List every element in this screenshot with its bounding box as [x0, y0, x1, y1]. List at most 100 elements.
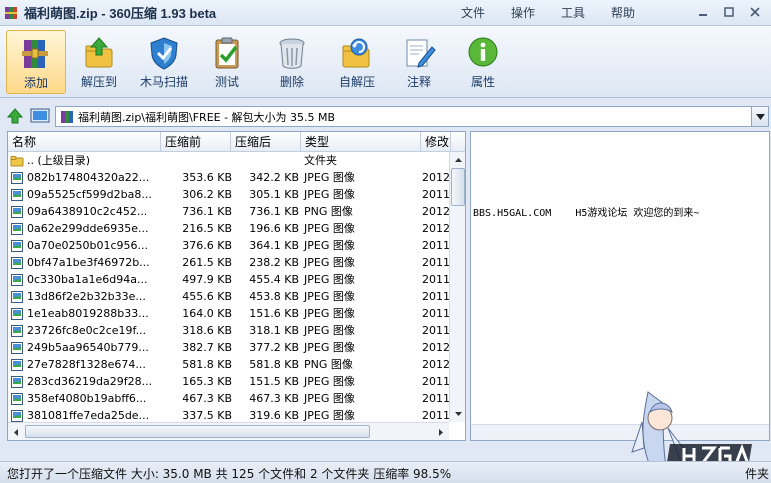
- file-type: 文件夹: [304, 154, 337, 167]
- properties-button[interactable]: 属性: [453, 30, 513, 94]
- file-name: 082b174804320a22...: [27, 171, 150, 184]
- menu-help[interactable]: 帮助: [598, 0, 648, 26]
- table-row[interactable]: 1e1eab8019288b33... 164.0 KB 151.6 KB JPEG …: [8, 305, 450, 322]
- path-field[interactable]: 福利萌图.zip\福利萌图\FREE - 解包大小为 35.5 MB: [55, 106, 769, 127]
- title-bar[interactable]: 福利萌图.zip - 360压缩 1.93 beta 文件 操作 工具 帮助: [0, 0, 771, 26]
- table-row[interactable]: 23726fc8e0c2ce19f... 318.6 KB 318.1 KB JPEG…: [8, 322, 450, 339]
- image-file-icon: [11, 409, 23, 422]
- up-arrow-icon[interactable]: [6, 107, 24, 125]
- scroll-up-button[interactable]: [450, 152, 465, 168]
- menu-file[interactable]: 文件: [448, 0, 498, 26]
- table-row[interactable]: 082b174804320a22... 353.6 KB 342.2 KB JPEG …: [8, 169, 450, 186]
- file-name-cell: 283cd36219da29f28...: [10, 373, 160, 390]
- status-right-text: 件夹: [744, 467, 769, 481]
- file-type: JPEG 图像: [304, 324, 355, 337]
- table-row[interactable]: 0c330ba1a1e6d94a... 497.9 KB 455.4 KB JPEG …: [8, 271, 450, 288]
- file-name: 13d86f2e2b32b33e...: [27, 290, 146, 303]
- table-row[interactable]: 0a62e299dde6935e... 216.5 KB 196.6 KB JPEG …: [8, 220, 450, 237]
- file-name-cell: .. (上级目录): [10, 152, 160, 169]
- delete-button[interactable]: 删除: [262, 30, 322, 94]
- self-extract-button[interactable]: 自解压: [327, 30, 387, 94]
- add-label: 添加: [23, 76, 48, 90]
- modified-date: 2011: [422, 273, 450, 286]
- image-file-icon: [11, 188, 23, 201]
- folder-icon: [10, 155, 24, 166]
- menu-tools[interactable]: 工具: [548, 0, 598, 26]
- chevron-down-icon: [755, 113, 765, 120]
- self-extract-label: 自解压: [338, 75, 375, 89]
- file-name-cell: 0c330ba1a1e6d94a...: [10, 271, 160, 288]
- test-label: 测试: [214, 75, 239, 89]
- table-row[interactable]: 09a5525cf599d2ba8... 306.2 KB 305.1 KB JPEG…: [8, 186, 450, 203]
- original-size: 581.8 KB: [182, 358, 232, 371]
- image-file-icon: [11, 392, 23, 405]
- image-file-icon: [11, 358, 23, 371]
- extract-to-button[interactable]: 解压到: [69, 30, 129, 94]
- table-row[interactable]: 0bf47a1be3f46972b... 261.5 KB 238.2 KB JPEG…: [8, 254, 450, 271]
- original-size: 497.9 KB: [182, 273, 232, 286]
- column-original-size[interactable]: 压缩前: [161, 132, 231, 152]
- compressed-size: 305.1 KB: [249, 188, 299, 201]
- trojan-scan-label: 木马扫描: [139, 75, 188, 89]
- modified-date: 2012: [422, 358, 450, 371]
- original-size: 261.5 KB: [182, 256, 232, 269]
- horizontal-scroll-thumb[interactable]: [25, 425, 370, 438]
- image-file-icon: [11, 205, 23, 218]
- table-row[interactable]: 358ef4080b19abff6... 467.3 KB 467.3 KB JPEG…: [8, 390, 450, 407]
- table-row[interactable]: 0a70e0250b01c956... 376.6 KB 364.1 KB JPEG …: [8, 237, 450, 254]
- self-extract-icon: [342, 38, 370, 68]
- extract-to-label: 解压到: [80, 75, 117, 89]
- original-size: 318.6 KB: [182, 324, 232, 337]
- file-type: JPEG 图像: [304, 290, 355, 303]
- scroll-left-button[interactable]: [8, 424, 24, 440]
- column-type[interactable]: 类型: [301, 132, 421, 152]
- table-row[interactable]: 283cd36219da29f28... 165.3 KB 151.5 KB JPEG…: [8, 373, 450, 390]
- minimize-button[interactable]: [691, 3, 715, 21]
- original-size: 376.6 KB: [182, 239, 232, 252]
- compressed-size: 455.4 KB: [249, 273, 299, 286]
- compressed-size: 151.5 KB: [249, 375, 299, 388]
- modified-date: 2011: [422, 392, 450, 405]
- maximize-button[interactable]: [717, 3, 741, 21]
- column-compressed-size[interactable]: 压缩后: [231, 132, 301, 152]
- modified-date: 2011: [422, 256, 450, 269]
- close-button[interactable]: [743, 3, 767, 21]
- window-title: 福利萌图.zip - 360压缩 1.93 beta: [24, 6, 217, 21]
- table-row[interactable]: 13d86f2e2b32b33e... 455.6 KB 453.8 KB JPEG …: [8, 288, 450, 305]
- file-name-cell: 09a5525cf599d2ba8...: [10, 186, 160, 203]
- view-mode-icon[interactable]: [30, 108, 50, 124]
- scroll-right-button[interactable]: [433, 424, 449, 440]
- vertical-scroll-thumb[interactable]: [451, 168, 465, 206]
- scroll-down-button[interactable]: [450, 406, 465, 422]
- compressed-size: 453.8 KB: [249, 290, 299, 303]
- menu-operation[interactable]: 操作: [498, 0, 548, 26]
- vertical-scrollbar[interactable]: [449, 152, 465, 422]
- file-name: 0a62e299dde6935e...: [27, 222, 149, 235]
- add-button[interactable]: 添加: [6, 30, 66, 94]
- maximize-icon: [724, 7, 734, 17]
- column-modified[interactable]: 修改: [421, 132, 451, 152]
- table-row[interactable]: .. (上级目录) 文件夹: [8, 152, 449, 169]
- file-list[interactable]: 名称 压缩前 压缩后 类型 修改 .. (上级目录) 文件夹 082b1748043…: [7, 131, 466, 441]
- delete-trash-icon: [279, 38, 305, 69]
- path-dropdown-button[interactable]: [751, 107, 768, 126]
- file-type: JPEG 图像: [304, 188, 355, 201]
- file-type: JPEG 图像: [304, 171, 355, 184]
- horizontal-scrollbar[interactable]: [8, 422, 449, 440]
- column-name[interactable]: 名称: [8, 132, 161, 152]
- image-file-icon: [11, 171, 23, 184]
- comment-button[interactable]: 注释: [389, 30, 449, 94]
- modified-date: 2012: [422, 205, 450, 218]
- test-button[interactable]: 测试: [197, 30, 257, 94]
- image-file-icon: [11, 307, 23, 320]
- original-size: 165.3 KB: [182, 375, 232, 388]
- file-type: JPEG 图像: [304, 341, 355, 354]
- file-type: PNG 图像: [304, 358, 353, 371]
- table-row[interactable]: 09a6438910c2c452... 736.1 KB 736.1 KB PNG 图…: [8, 203, 450, 220]
- table-row[interactable]: 249b5aa96540b779... 382.7 KB 377.2 KB JPEG …: [8, 339, 450, 356]
- archive-app-icon: [5, 6, 17, 19]
- trojan-scan-button[interactable]: 木马扫描: [134, 30, 194, 94]
- table-row[interactable]: 27e7828f1328e674... 581.8 KB 581.8 KB PNG 图…: [8, 356, 450, 373]
- trojan-scan-shield-icon: [150, 37, 178, 70]
- original-size: 164.0 KB: [182, 307, 232, 320]
